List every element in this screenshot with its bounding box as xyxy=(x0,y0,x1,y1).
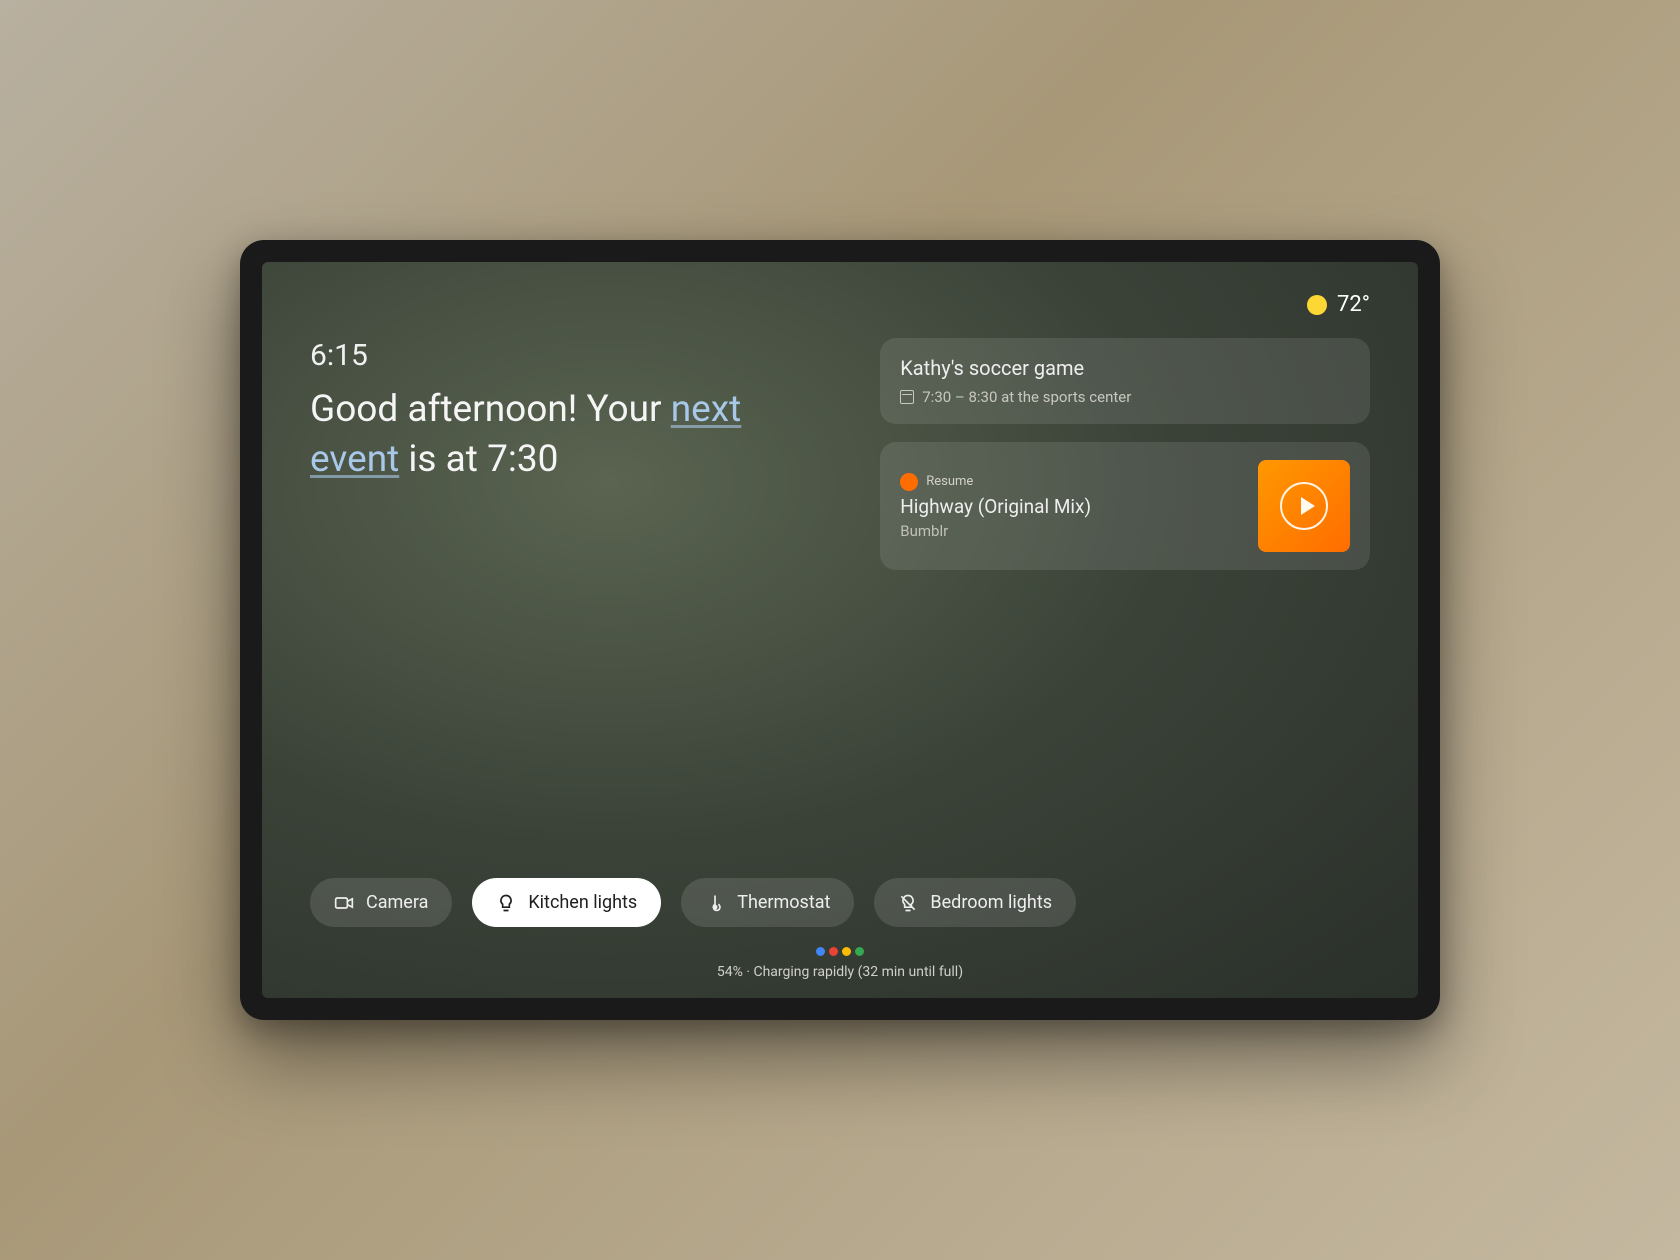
lightbulb-off-icon xyxy=(898,893,918,913)
thermostat-chip[interactable]: Thermostat xyxy=(681,878,854,927)
right-column: Kathy's soccer game 7:30 – 8:30 at the s… xyxy=(880,338,1370,854)
media-title: Highway (Original Mix) xyxy=(900,495,1242,518)
bedroom-chip-label: Bedroom lights xyxy=(930,892,1052,913)
media-info: Resume Highway (Original Mix) Bumblr xyxy=(900,473,1242,540)
greeting-suffix: is at 7:30 xyxy=(399,438,558,481)
charging-status: 54% · Charging rapidly (32 min until ful… xyxy=(310,964,1370,980)
event-subtitle: 7:30 – 8:30 at the sports center xyxy=(900,388,1350,406)
bedroom-lights-chip[interactable]: Bedroom lights xyxy=(874,878,1076,927)
assistant-icon[interactable] xyxy=(816,947,864,956)
event-card[interactable]: Kathy's soccer game 7:30 – 8:30 at the s… xyxy=(880,338,1370,424)
event-title: Kathy's soccer game xyxy=(900,356,1350,380)
home-screen: 72° 6:15 Good afternoon! Your next event… xyxy=(262,262,1418,998)
event-detail: 7:30 – 8:30 at the sports center xyxy=(922,388,1131,406)
camera-chip-label: Camera xyxy=(366,892,428,913)
thermostat-chip-label: Thermostat xyxy=(737,892,830,913)
weather-temp: 72° xyxy=(1337,292,1370,317)
camera-icon xyxy=(334,893,354,913)
greeting-text: Good afternoon! Your next event is at 7:… xyxy=(310,385,824,485)
play-icon xyxy=(1301,497,1315,515)
media-card[interactable]: Resume Highway (Original Mix) Bumblr xyxy=(880,442,1370,570)
content-area: 6:15 Good afternoon! Your next event is … xyxy=(310,338,1370,854)
media-label: Resume xyxy=(926,474,973,489)
media-label-row: Resume xyxy=(900,473,1242,491)
left-column: 6:15 Good afternoon! Your next event is … xyxy=(310,338,824,854)
album-art[interactable] xyxy=(1258,460,1350,552)
calendar-icon xyxy=(900,390,914,404)
sun-icon xyxy=(1307,295,1327,315)
lightbulb-icon xyxy=(496,893,516,913)
smart-home-chips: Camera Kitchen lights Thermostat Bedroom… xyxy=(310,878,1370,927)
media-app-icon xyxy=(900,473,918,491)
kitchen-chip-label: Kitchen lights xyxy=(528,892,637,913)
weather-widget[interactable]: 72° xyxy=(1307,292,1370,317)
thermostat-icon xyxy=(705,893,725,913)
tablet-device: 72° 6:15 Good afternoon! Your next event… xyxy=(240,240,1440,1020)
kitchen-lights-chip[interactable]: Kitchen lights xyxy=(472,878,661,927)
clock: 6:15 xyxy=(310,338,824,373)
greeting-prefix: Good afternoon! Your xyxy=(310,388,671,431)
camera-chip[interactable]: Camera xyxy=(310,878,452,927)
media-artist: Bumblr xyxy=(900,522,1242,540)
bottom-bar: 54% · Charging rapidly (32 min until ful… xyxy=(310,941,1370,980)
